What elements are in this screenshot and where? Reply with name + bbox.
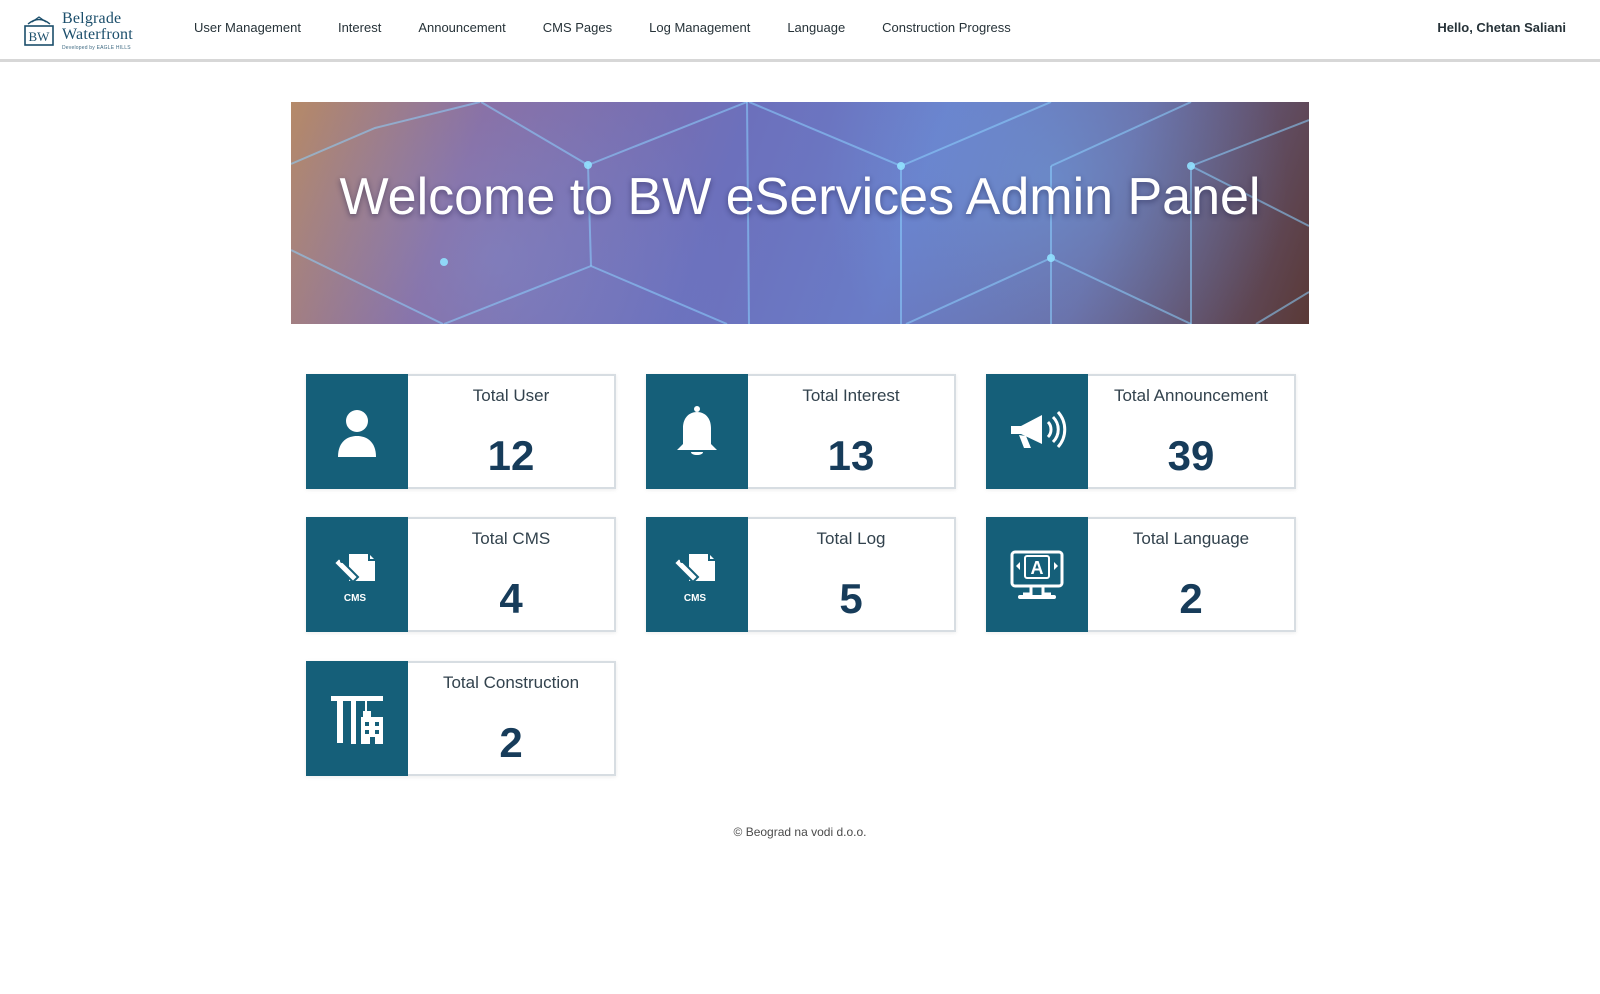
cms-icon: CMS <box>332 553 375 604</box>
top-navigation: BW Belgrade Waterfront Developed by EAGL… <box>0 0 1600 62</box>
stat-icon-box <box>306 661 408 776</box>
svg-text:CMS: CMS <box>344 593 367 604</box>
stat-icon-box: A <box>986 517 1088 632</box>
stat-icon-box: CMS <box>646 517 748 632</box>
nav-announcement[interactable]: Announcement <box>418 20 505 35</box>
logo-line1: Belgrade <box>62 10 122 27</box>
logo-text: Belgrade Waterfront Developed by EAGLE H… <box>62 11 133 51</box>
stat-icon-box <box>646 374 748 489</box>
main-menu: User Management Interest Announcement CM… <box>194 20 1011 35</box>
svg-text:CMS: CMS <box>684 593 707 604</box>
stat-value: 2 <box>499 719 523 766</box>
bell-icon <box>677 405 717 455</box>
stat-value: 4 <box>499 575 523 622</box>
stat-value: 13 <box>827 432 875 479</box>
language-monitor-icon: A <box>1010 550 1064 599</box>
nav-interest[interactable]: Interest <box>338 20 381 35</box>
stat-title: Total Language <box>1132 529 1250 548</box>
construction-icon <box>331 695 383 744</box>
stat-card-cms[interactable]: CMS Total CMS 4 <box>306 517 616 632</box>
stat-card-interest[interactable]: Total Interest 13 <box>646 374 956 489</box>
user-icon <box>338 409 376 457</box>
stat-card-user[interactable]: Total User 12 <box>306 374 616 489</box>
welcome-banner: Welcome to BW eServices Admin Panel <box>291 102 1309 324</box>
footer-copyright: © Beograd na vodi d.o.o. <box>733 825 867 839</box>
stat-value: 12 <box>487 432 535 479</box>
stat-value: 39 <box>1167 432 1215 479</box>
stat-title: Total Log <box>816 529 886 548</box>
user-greeting[interactable]: Hello, Chetan Saliani <box>1437 20 1566 35</box>
stat-title: Total Announcement <box>1113 386 1269 405</box>
logo-line2: Waterfront <box>62 26 133 43</box>
nav-construction-progress[interactable]: Construction Progress <box>882 20 1011 35</box>
bw-logo-icon: BW <box>24 16 54 46</box>
stat-value: 2 <box>1179 575 1203 622</box>
stat-value: 5 <box>839 575 863 622</box>
belgrade-waterfront-logo[interactable]: BW Belgrade Waterfront Developed by EAGL… <box>22 10 146 52</box>
stat-icon-box <box>306 374 408 489</box>
nav-language[interactable]: Language <box>787 20 845 35</box>
megaphone-icon <box>1011 410 1067 448</box>
cms-icon: CMS <box>672 553 715 604</box>
stat-title: Total Construction <box>442 673 580 692</box>
stat-card-language[interactable]: A Total Language 2 <box>986 517 1296 632</box>
stat-card-log[interactable]: CMS Total Log 5 <box>646 517 956 632</box>
svg-text:BW: BW <box>29 29 51 44</box>
nav-user-management[interactable]: User Management <box>194 20 301 35</box>
svg-text:A: A <box>1031 558 1044 578</box>
stat-title: Total CMS <box>471 529 551 548</box>
stat-title: Total Interest <box>802 386 900 405</box>
nav-cms-pages[interactable]: CMS Pages <box>543 20 612 35</box>
logo-tagline: Developed by EAGLE HILLS <box>62 45 131 51</box>
stat-card-announcement[interactable]: Total Announcement 39 <box>986 374 1296 489</box>
nav-log-management[interactable]: Log Management <box>649 20 750 35</box>
stat-icon-box <box>986 374 1088 489</box>
welcome-title: Welcome to BW eServices Admin Panel <box>339 168 1261 226</box>
stat-title: Total User <box>472 386 550 405</box>
stat-card-construction[interactable]: Total Construction 2 <box>306 661 616 776</box>
stat-icon-box: CMS <box>306 517 408 632</box>
